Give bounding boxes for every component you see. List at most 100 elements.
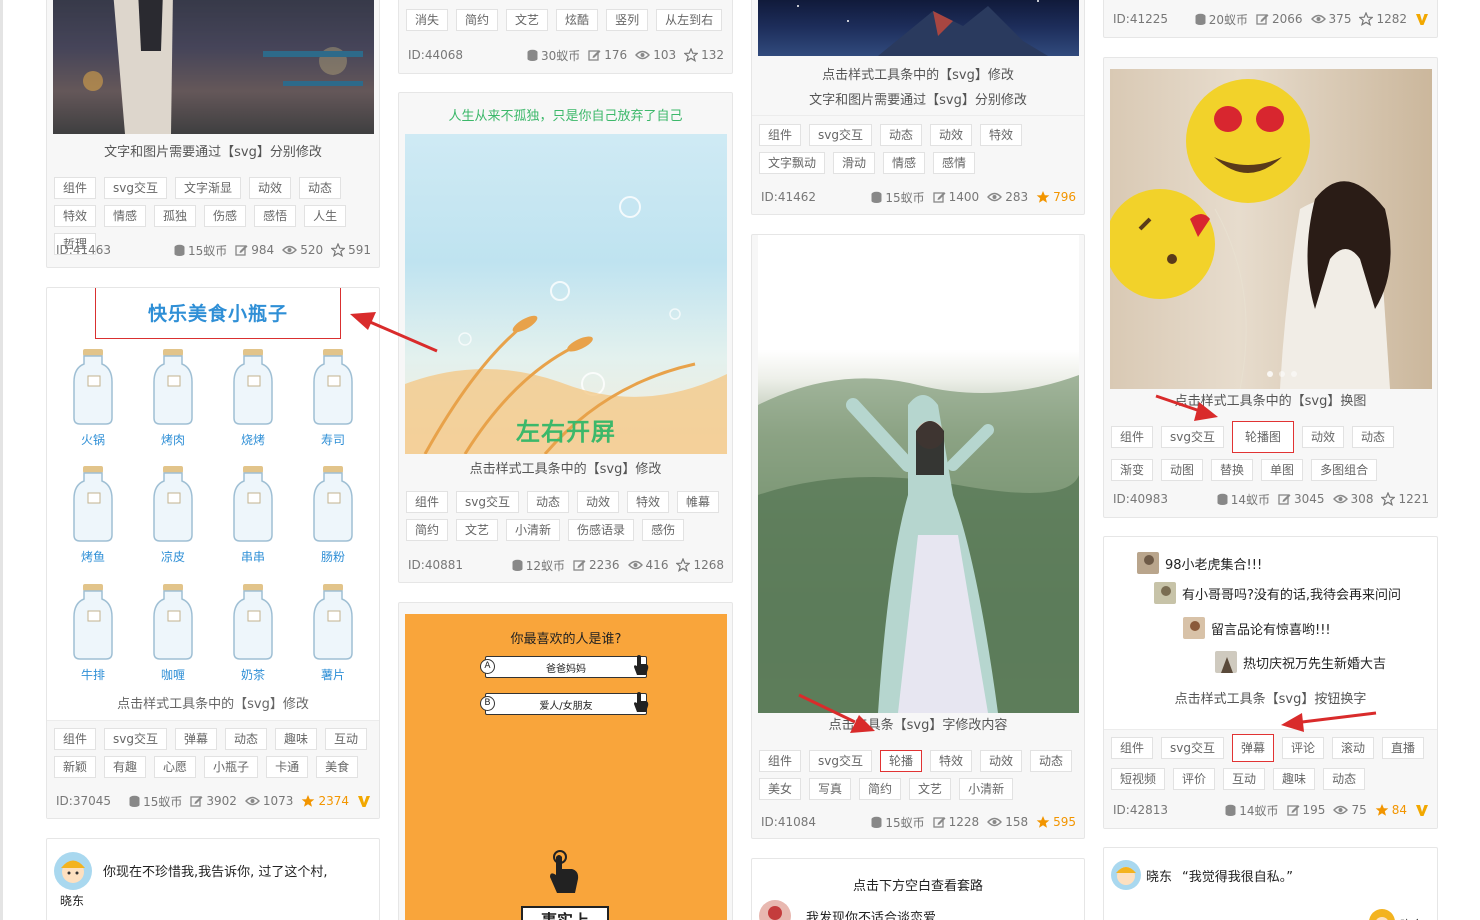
template-card[interactable]: 点击下方空白查看套路 我发现你不适合谈恋爱, (751, 858, 1085, 920)
template-card[interactable]: 快乐美食小瓶子 火锅 烤肉 烧烤 寿司 烤鱼 凉皮 串串 肠粉 牛排 咖喱 奶茶… (46, 287, 380, 819)
template-card[interactable]: 消失 简约 文艺 炫酷 竖列 从左到右 ID:44068 30蚁币 176 10… (398, 0, 733, 74)
tag[interactable]: 写真 (809, 778, 852, 800)
tag[interactable]: 美女 (759, 778, 802, 800)
template-thumbnail[interactable] (758, 0, 1079, 56)
tag[interactable]: 组件 (1111, 426, 1154, 448)
favorites-stat[interactable]: 591 (331, 243, 371, 257)
tag[interactable]: svg交互 (104, 728, 167, 750)
template-thumbnail[interactable]: 你最喜欢的人是谁? A 爸爸妈妈 B 爱人/女朋友 事实上 (405, 614, 727, 920)
tag[interactable]: 短视频 (1111, 768, 1166, 790)
tag[interactable]: 直播 (1382, 737, 1425, 759)
tag[interactable]: 竖列 (606, 9, 649, 31)
tag[interactable]: 特效 (54, 205, 97, 227)
tag[interactable]: svg交互 (809, 750, 872, 772)
jar-item[interactable]: 烤肉 (143, 348, 203, 448)
tag-highlighted[interactable]: 轮播图 (1232, 421, 1295, 453)
tag[interactable]: 情感 (104, 205, 147, 227)
tag[interactable]: 消失 (406, 9, 449, 31)
template-card[interactable]: 晓东 “我觉得我很自私。” 晓东 (1103, 847, 1438, 920)
tag[interactable]: 简约 (406, 519, 449, 541)
template-card[interactable]: 人生从来不孤独，只是你自己放弃了自己 左右开屏 点击样式工具条中的【svg】修改… (398, 92, 733, 583)
tag[interactable]: 互动 (1223, 768, 1266, 790)
template-card[interactable]: 点击样式工具条中的【svg】换图 组件 svg交互 轮播图 动效 动态 渐变 动… (1103, 57, 1438, 518)
favorites-stat[interactable]: 84 (1375, 803, 1407, 817)
favorites-stat[interactable]: 796 (1036, 190, 1076, 204)
jar-item[interactable]: 牛排 (63, 583, 123, 683)
jar-item[interactable]: 肠粉 (303, 465, 363, 565)
tag[interactable]: 动态 (225, 728, 268, 750)
tag[interactable]: 感伤 (642, 519, 685, 541)
template-card[interactable]: 你最喜欢的人是谁? A 爸爸妈妈 B 爱人/女朋友 事实上 (398, 602, 733, 920)
template-card[interactable]: 文字和图片需要通过【svg】分别修改 组件 svg交互 文字渐显 动效 动态 特… (46, 0, 380, 268)
tag[interactable]: 弹幕 (175, 728, 218, 750)
favorites-stat[interactable]: 1268 (676, 558, 724, 572)
tag-highlighted[interactable]: 轮播 (880, 750, 923, 772)
template-thumbnail[interactable] (53, 0, 374, 134)
tag[interactable]: 特效 (980, 124, 1023, 146)
favorites-stat[interactable]: 132 (684, 48, 724, 62)
template-card[interactable]: ID:41225 20蚁币 2066 375 1282 (1103, 0, 1438, 38)
quiz-option-b[interactable]: B 爱人/女朋友 (480, 693, 647, 715)
tag[interactable]: 伤感 (204, 205, 247, 227)
tag[interactable]: svg交互 (104, 177, 167, 199)
jar-item[interactable]: 薯片 (303, 583, 363, 683)
tag[interactable]: 动态 (527, 491, 570, 513)
tag[interactable]: 从左到右 (656, 9, 723, 31)
tag[interactable]: 情感 (883, 152, 926, 174)
tag[interactable]: 小瓶子 (204, 756, 259, 778)
tag[interactable]: 动效 (577, 491, 620, 513)
tag[interactable]: 互动 (325, 728, 368, 750)
tag[interactable]: svg交互 (456, 491, 519, 513)
favorites-stat[interactable]: 1221 (1381, 492, 1429, 506)
jar-item[interactable]: 串串 (223, 465, 283, 565)
tag[interactable]: 替换 (1211, 459, 1254, 481)
tag[interactable]: 简约 (859, 778, 902, 800)
tag-highlighted[interactable]: 弹幕 (1232, 734, 1275, 762)
tag[interactable]: 动态 (299, 177, 342, 199)
tag[interactable]: 组件 (1111, 737, 1154, 759)
tag[interactable]: 动态 (880, 124, 923, 146)
tag[interactable]: 炫酷 (556, 9, 599, 31)
tag[interactable]: 孤独 (154, 205, 197, 227)
tag[interactable]: 帷幕 (677, 491, 720, 513)
tag[interactable]: 单图 (1261, 459, 1304, 481)
tag[interactable]: 卡通 (266, 756, 309, 778)
tag[interactable]: 组件 (54, 728, 97, 750)
reveal-button[interactable]: 事实上 (521, 906, 609, 920)
jar-item[interactable]: 寿司 (303, 348, 363, 448)
tag[interactable]: 动图 (1161, 459, 1204, 481)
tag[interactable]: 动效 (930, 124, 973, 146)
template-card[interactable]: 98小老虎集合!!! 有小哥哥吗?没有的话,我待会再来问问 留言品论有惊喜哟!!… (1103, 536, 1438, 829)
jar-item[interactable]: 烤鱼 (63, 465, 123, 565)
template-thumbnail[interactable]: 左右开屏 (405, 134, 727, 454)
template-card[interactable]: 你现在不珍惜我,我告诉你, 过了这个村, 晓东 (46, 838, 380, 920)
jar-item[interactable]: 奶茶 (223, 583, 283, 683)
tag[interactable]: 组件 (406, 491, 449, 513)
tag[interactable]: 文字渐显 (175, 177, 242, 199)
jar-item[interactable]: 火锅 (63, 348, 123, 448)
tag[interactable]: 渐变 (1111, 459, 1154, 481)
tag[interactable]: 多图组合 (1311, 459, 1378, 481)
tag[interactable]: 滑动 (833, 152, 876, 174)
tag[interactable]: 动态 (1323, 768, 1366, 790)
tag[interactable]: svg交互 (1161, 426, 1224, 448)
tag[interactable]: 特效 (930, 750, 973, 772)
tag[interactable]: 有趣 (104, 756, 147, 778)
tag[interactable]: 动态 (1352, 426, 1395, 448)
favorites-stat[interactable]: 2374 (301, 794, 349, 808)
tag[interactable]: 新颖 (54, 756, 97, 778)
tag[interactable]: 动效 (249, 177, 292, 199)
favorites-stat[interactable]: 1282 (1359, 12, 1407, 26)
tag[interactable]: 滚动 (1332, 737, 1375, 759)
tag[interactable]: 评论 (1282, 737, 1325, 759)
tag[interactable]: 趣味 (275, 728, 318, 750)
tag[interactable]: 感情 (933, 152, 976, 174)
tag[interactable]: svg交互 (1161, 737, 1224, 759)
jar-item[interactable]: 咖喱 (143, 583, 203, 683)
template-thumbnail[interactable] (758, 235, 1079, 713)
tag[interactable]: svg交互 (809, 124, 872, 146)
jar-item[interactable]: 烧烤 (223, 348, 283, 448)
tag[interactable]: 伤感语录 (568, 519, 635, 541)
tag[interactable]: 动态 (1030, 750, 1073, 772)
tag[interactable]: 美食 (316, 756, 359, 778)
